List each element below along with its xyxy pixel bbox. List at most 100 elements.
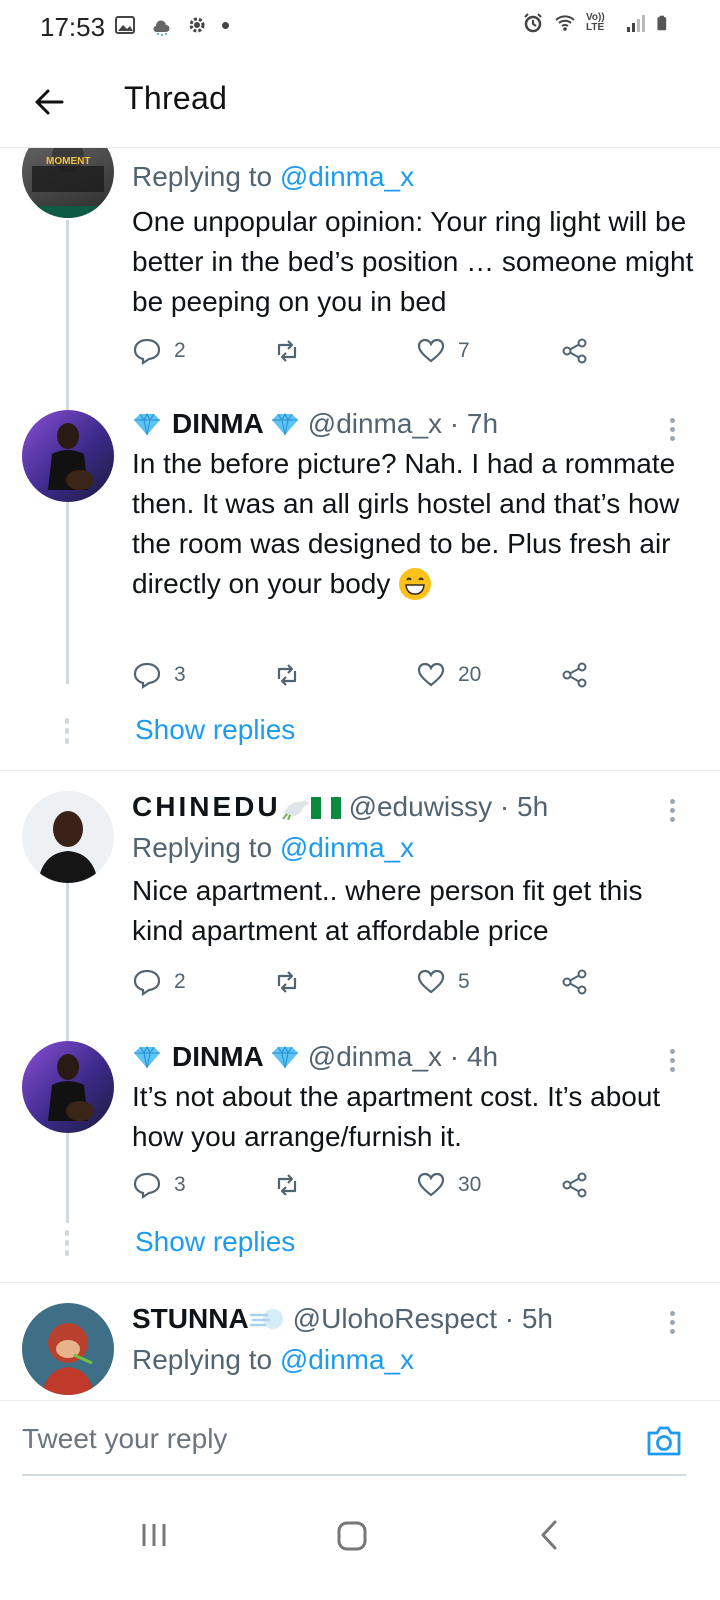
display-name[interactable]: DINMA — [172, 408, 264, 439]
tweet-text: One unpopular opinion: Your ring light w… — [132, 206, 694, 317]
handle-time: @dinma_x · 7h — [307, 408, 499, 439]
diamond-emoji-icon — [271, 1045, 298, 1069]
avatar[interactable] — [22, 1041, 114, 1133]
avatar[interactable]: MOMENT — [22, 148, 114, 218]
tweet-text: It’s not about the apartment cost. It’s … — [132, 1081, 661, 1152]
dash-symbol-emoji-icon — [249, 1309, 283, 1329]
back-arrow-icon[interactable] — [30, 82, 70, 122]
thread-feed[interactable]: MOMENT Replying to @dinma_x One unpopula… — [0, 148, 720, 1400]
nigeria-flag-icon — [310, 797, 341, 819]
like-button[interactable]: 20 — [416, 660, 481, 690]
home-icon[interactable] — [332, 1516, 372, 1556]
tweet-meta: STUNNA @UlohoRespect · 5h — [132, 1301, 700, 1337]
like-count: 5 — [458, 970, 470, 993]
more-options-icon[interactable] — [670, 795, 680, 826]
display-name[interactable]: STUNNA — [132, 1303, 249, 1334]
reply-button[interactable]: 2 — [132, 336, 186, 366]
wifi-icon — [555, 15, 575, 31]
status-time: 17:53 — [40, 12, 106, 42]
tweet-actions: 3 30 — [132, 1170, 612, 1210]
reply-count: 3 — [174, 1173, 186, 1196]
heart-icon — [417, 662, 445, 687]
top-app-bar: Thread — [0, 56, 720, 148]
page-title: Thread — [124, 80, 228, 116]
reply-mention-link[interactable]: @dinma_x — [280, 832, 414, 863]
avatar[interactable] — [22, 1303, 114, 1395]
reply-count: 2 — [174, 970, 186, 993]
reply-mention-link[interactable]: @dinma_x — [280, 161, 414, 192]
grinning-emoji-icon — [399, 568, 432, 600]
tweet-item[interactable]: DINMA @dinma_x · 7h In the before picture… — [0, 388, 720, 770]
share-icon — [562, 1172, 587, 1198]
notification-dot-icon — [222, 21, 229, 29]
tweet-meta: DINMA @dinma_x · 7h — [132, 406, 700, 442]
like-count: 30 — [458, 1173, 482, 1196]
retweet-button[interactable] — [272, 660, 302, 690]
status-icons-right: Vo)) LTE — [522, 12, 672, 34]
more-options-icon[interactable] — [670, 414, 680, 445]
display-name[interactable]: DINMA — [172, 1041, 264, 1072]
like-button[interactable]: 5 — [416, 967, 470, 997]
replying-prefix: Replying to — [132, 832, 273, 863]
reply-button[interactable]: 3 — [132, 660, 186, 690]
retweet-button[interactable] — [272, 1170, 302, 1200]
show-replies-link[interactable]: Show replies — [135, 1226, 295, 1258]
handle-time: @dinma_x · 4h — [307, 1041, 499, 1072]
dove-emoji-icon — [281, 800, 309, 821]
tweet-item[interactable]: CHINEDU @eduwissy · 5h Replying to @dinma… — [0, 771, 720, 1037]
show-replies-link[interactable]: Show replies — [135, 714, 295, 746]
share-button[interactable] — [560, 967, 590, 997]
tweet-actions: 3 20 — [132, 660, 612, 700]
retweet-button[interactable] — [272, 336, 302, 366]
reply-input[interactable]: Tweet your reply — [22, 1423, 227, 1455]
tweet-content: DINMA @dinma_x · 7h In the before picture… — [132, 406, 700, 604]
battery-icon — [657, 15, 667, 31]
display-name[interactable]: CHINEDU — [132, 791, 281, 822]
share-icon — [562, 338, 587, 364]
reply-count: 3 — [174, 663, 186, 686]
tweet-item[interactable]: STUNNA @UlohoRespect · 5h Replying to @di… — [0, 1283, 720, 1400]
thread-dots — [65, 1230, 69, 1260]
status-bar: 17:53 Vo)) LTE — [0, 0, 720, 56]
more-options-icon[interactable] — [670, 1045, 680, 1076]
more-options-icon[interactable] — [670, 1307, 680, 1338]
reply-mention-link[interactable]: @dinma_x — [280, 1344, 414, 1375]
heart-icon — [417, 969, 445, 994]
like-button[interactable]: 7 — [416, 336, 470, 366]
like-count: 7 — [458, 339, 470, 362]
reply-count: 2 — [174, 339, 186, 362]
thread-connector — [66, 1133, 69, 1223]
avatar[interactable] — [22, 791, 114, 883]
handle-time: @UlohoRespect · 5h — [292, 1303, 553, 1334]
share-button[interactable] — [560, 660, 590, 690]
tweet-content: CHINEDU @eduwissy · 5h Replying to @dinma… — [132, 789, 700, 951]
retweet-button[interactable] — [272, 967, 302, 997]
avatar-label: MOMENT — [46, 156, 91, 167]
replying-to: Replying to @dinma_x — [132, 1341, 700, 1379]
tweet-text: In the before picture? Nah. I had a romm… — [132, 444, 700, 604]
system-back-icon[interactable] — [530, 1516, 570, 1556]
reply-icon — [133, 1172, 161, 1200]
tweet-item[interactable]: MOMENT Replying to @dinma_x One unpopula… — [0, 148, 720, 388]
share-icon — [562, 969, 587, 995]
reply-button[interactable]: 2 — [132, 967, 186, 997]
reply-button[interactable]: 3 — [132, 1170, 186, 1200]
heart-icon — [417, 338, 445, 363]
share-button[interactable] — [560, 336, 590, 366]
thread-connector — [66, 220, 69, 388]
retweet-icon — [277, 971, 297, 993]
avatar[interactable] — [22, 410, 114, 502]
recent-apps-icon[interactable] — [134, 1516, 174, 1556]
thread-dots — [65, 718, 69, 748]
share-button[interactable] — [560, 1170, 590, 1200]
reply-input-underline — [22, 1474, 686, 1476]
retweet-icon — [277, 340, 297, 362]
like-count: 20 — [458, 663, 482, 686]
diamond-emoji-icon — [134, 412, 160, 436]
tweet-item[interactable]: DINMA @dinma_x · 4h It’s not about the ap… — [0, 1037, 720, 1283]
replying-prefix: Replying to — [132, 1344, 273, 1375]
thread-connector — [66, 502, 69, 684]
like-button[interactable]: 30 — [416, 1170, 481, 1200]
camera-icon[interactable] — [644, 1421, 684, 1461]
reply-icon — [133, 662, 161, 690]
